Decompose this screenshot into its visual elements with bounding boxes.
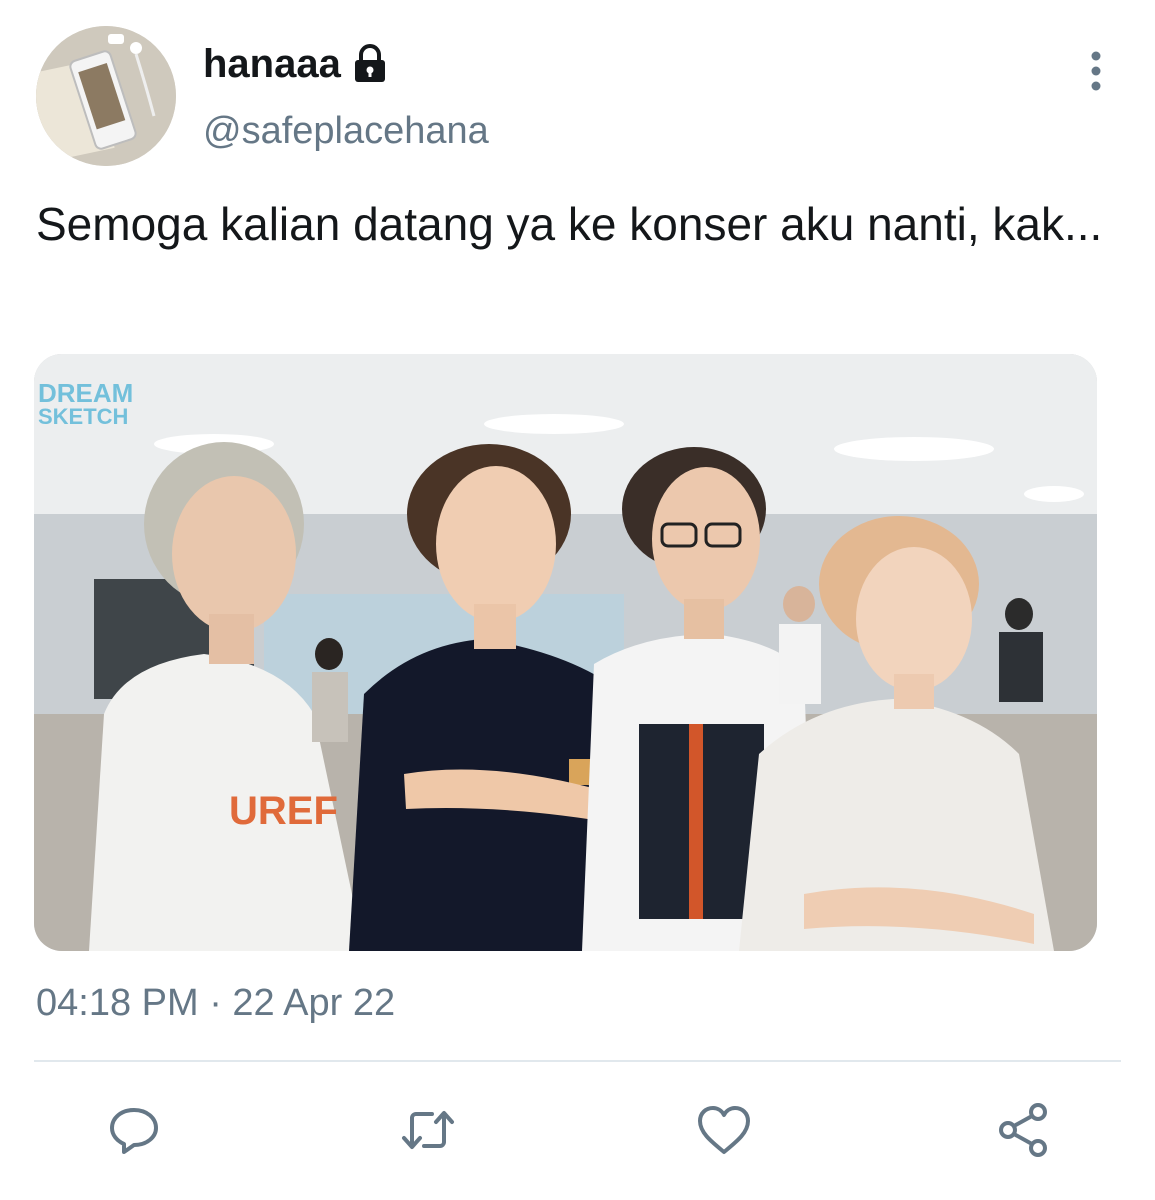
watermark-line2: SKETCH: [38, 404, 128, 429]
author-handle[interactable]: @safeplacehana: [203, 108, 489, 154]
reply-button[interactable]: [104, 1100, 164, 1160]
tweet-timestamp[interactable]: 04:18 PM · 22 Apr 22: [36, 980, 395, 1026]
more-options-icon[interactable]: [1082, 48, 1110, 94]
avatar[interactable]: [36, 26, 176, 166]
share-icon: [999, 1103, 1047, 1157]
divider: [34, 1060, 1121, 1062]
retweet-icon: [402, 1111, 454, 1149]
like-icon: [698, 1106, 750, 1154]
tweet-text: Semoga kalian datang ya ke konser aku na…: [36, 198, 1103, 250]
author-display-name[interactable]: hanaaa: [203, 40, 389, 88]
shirt-print: UREF: [229, 789, 338, 833]
lock-icon: [351, 44, 389, 84]
tweet-media-image[interactable]: DREAM SKETCH UREF: [34, 354, 1097, 951]
reply-icon: [110, 1108, 158, 1154]
display-name-text[interactable]: hanaaa: [203, 40, 341, 88]
retweet-button[interactable]: [398, 1100, 458, 1160]
like-button[interactable]: [694, 1100, 754, 1160]
share-button[interactable]: [994, 1100, 1054, 1160]
